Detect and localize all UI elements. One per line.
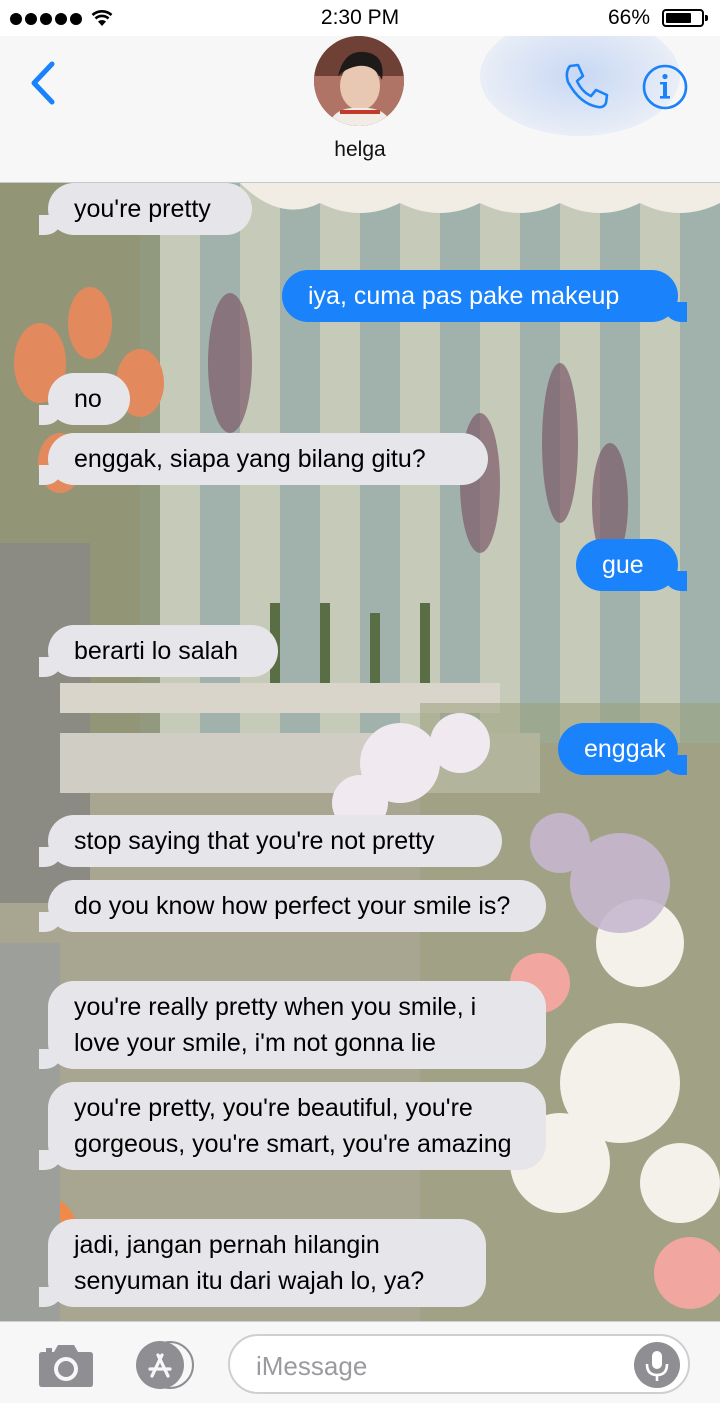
message-bubble-received[interactable]: enggak, siapa yang bilang gitu? — [39, 433, 488, 485]
message-bubble-received[interactable]: jadi, jangan pernah hilangin senyuman it… — [39, 1219, 486, 1307]
contact-avatar[interactable] — [314, 36, 404, 126]
dictation-button[interactable] — [634, 1342, 680, 1388]
back-button[interactable] — [22, 58, 66, 108]
camera-button[interactable] — [38, 1342, 94, 1388]
message-bubble-received[interactable]: do you know how perfect your smile is? — [39, 880, 546, 932]
message-input-field[interactable] — [228, 1334, 690, 1394]
avatar-photo — [314, 36, 404, 126]
message-bubble-received[interactable]: you're pretty — [39, 183, 252, 235]
call-button[interactable] — [560, 60, 612, 112]
compose-bar — [0, 1321, 720, 1403]
message-bubble-sent[interactable]: enggak — [558, 723, 687, 775]
status-bar: 2:30 PM 66% — [0, 0, 720, 36]
contact-name[interactable]: helga — [0, 138, 720, 162]
message-bubble-received[interactable]: you're really pretty when you smile, i l… — [39, 981, 546, 1069]
battery-icon — [662, 9, 708, 27]
message-input[interactable] — [254, 1346, 628, 1386]
message-bubble-received[interactable]: berarti lo salah — [39, 625, 278, 677]
message-bubble-received[interactable]: no — [39, 373, 130, 425]
apps-button[interactable] — [130, 1340, 198, 1390]
message-bubble-received[interactable]: you're pretty, you're beautiful, you're … — [39, 1082, 546, 1170]
info-button[interactable] — [640, 62, 690, 112]
conversation-header: helga — [0, 36, 720, 183]
camera-icon — [39, 1345, 93, 1387]
message-bubble-received[interactable]: stop saying that you're not pretty — [39, 815, 502, 867]
message-bubble-sent[interactable]: iya, cuma pas pake makeup — [282, 270, 687, 322]
message-bubble-sent[interactable]: gue — [576, 539, 687, 591]
info-icon — [642, 64, 688, 110]
message-thread[interactable]: you're pretty iya, cuma pas pake makeup no… — [0, 183, 720, 1321]
phone-icon — [565, 63, 609, 109]
microphone-icon — [645, 1351, 669, 1381]
chevron-left-icon — [31, 61, 55, 105]
battery-percentage: 66% — [607, 6, 650, 29]
app-store-icon — [136, 1341, 194, 1389]
